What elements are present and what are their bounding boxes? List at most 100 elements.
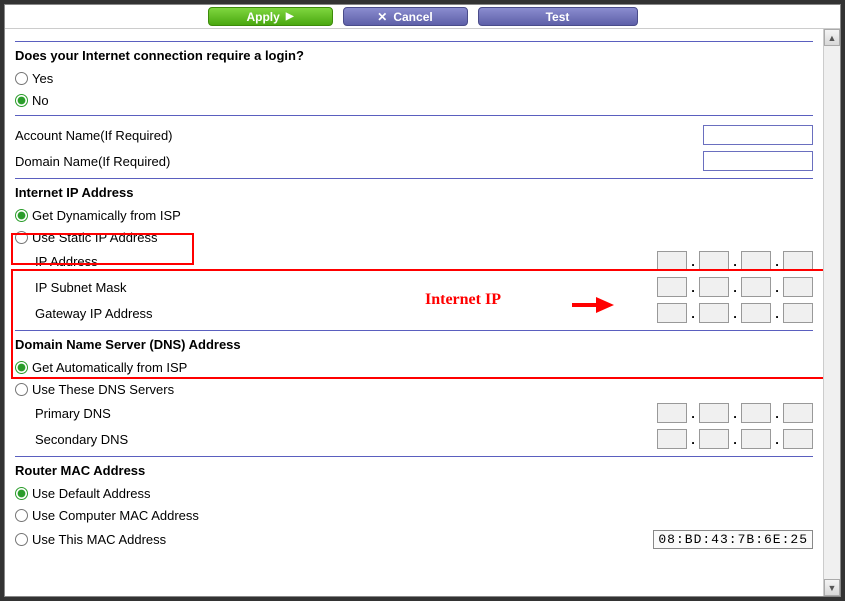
test-button[interactable]: Test — [478, 7, 638, 26]
separator — [15, 41, 813, 42]
domain-name-input[interactable] — [703, 151, 813, 171]
scrollbar[interactable]: ▲ ▼ — [823, 29, 840, 596]
subnet-group: . . . — [657, 277, 813, 297]
ip-octet[interactable] — [699, 303, 729, 323]
ip-octet[interactable] — [657, 303, 687, 323]
ip-octet[interactable] — [657, 403, 687, 423]
secondary-dns-row: Secondary DNS . . . — [15, 426, 813, 452]
dot: . — [773, 254, 781, 269]
dot: . — [689, 254, 697, 269]
mac-default-row: Use Default Address — [15, 482, 813, 504]
ip-octet[interactable] — [741, 251, 771, 271]
subnet-label: IP Subnet Mask — [35, 280, 235, 295]
primary-dns-group: . . . — [657, 403, 813, 423]
ip-octet[interactable] — [783, 251, 813, 271]
ip-octet[interactable] — [657, 429, 687, 449]
ip-octet[interactable] — [783, 403, 813, 423]
dot: . — [731, 254, 739, 269]
mac-default-radio[interactable] — [15, 487, 28, 500]
mac-computer-row: Use Computer MAC Address — [15, 504, 813, 526]
dot: . — [731, 432, 739, 447]
account-name-row: Account Name(If Required) — [15, 122, 813, 148]
dot: . — [731, 406, 739, 421]
mac-section-title: Router MAC Address — [15, 463, 813, 478]
domain-name-label: Domain Name(If Required) — [15, 154, 170, 169]
scroll-track[interactable] — [824, 46, 840, 579]
login-no-row: No — [15, 89, 813, 111]
ip-octet[interactable] — [699, 251, 729, 271]
secondary-dns-group: . . . — [657, 429, 813, 449]
login-yes-radio[interactable] — [15, 72, 28, 85]
content-wrapper: Does your Internet connection require a … — [5, 29, 840, 596]
ip-address-row: IP Address . . . — [15, 248, 813, 274]
separator — [15, 178, 813, 179]
ip-octet[interactable] — [699, 429, 729, 449]
dns-manual-label: Use These DNS Servers — [32, 382, 174, 397]
subnet-row: IP Subnet Mask . . . — [15, 274, 813, 300]
dot: . — [773, 280, 781, 295]
domain-name-row: Domain Name(If Required) — [15, 148, 813, 174]
dot: . — [773, 306, 781, 321]
gateway-label: Gateway IP Address — [35, 306, 235, 321]
ip-octet[interactable] — [783, 277, 813, 297]
mac-computer-radio[interactable] — [15, 509, 28, 522]
login-no-radio[interactable] — [15, 94, 28, 107]
dns-auto-radio[interactable] — [15, 361, 28, 374]
ip-address-group: . . . — [657, 251, 813, 271]
ip-octet[interactable] — [741, 277, 771, 297]
ip-static-row: Use Static IP Address — [15, 226, 813, 248]
primary-dns-row: Primary DNS . . . — [15, 400, 813, 426]
ip-octet[interactable] — [699, 403, 729, 423]
dns-section-title: Domain Name Server (DNS) Address — [15, 337, 813, 352]
ip-octet[interactable] — [657, 251, 687, 271]
login-question: Does your Internet connection require a … — [15, 48, 813, 63]
dns-manual-radio[interactable] — [15, 383, 28, 396]
router-settings-window: Apply ▶ ✕ Cancel Test Does your Internet… — [4, 4, 841, 597]
cancel-button[interactable]: ✕ Cancel — [343, 7, 468, 26]
ip-octet[interactable] — [741, 429, 771, 449]
separator — [15, 330, 813, 331]
mac-value[interactable]: 08:BD:43:7B:6E:25 — [653, 530, 813, 549]
ip-dynamic-row: Get Dynamically from ISP — [15, 204, 813, 226]
apply-label: Apply — [246, 10, 279, 24]
account-name-label: Account Name(If Required) — [15, 128, 173, 143]
scroll-down-button[interactable]: ▼ — [824, 579, 840, 596]
gateway-row: Gateway IP Address . . . — [15, 300, 813, 326]
ip-octet[interactable] — [741, 403, 771, 423]
login-yes-label: Yes — [32, 71, 53, 86]
ip-octet[interactable] — [741, 303, 771, 323]
primary-dns-label: Primary DNS — [35, 406, 235, 421]
cancel-label: Cancel — [393, 10, 432, 24]
login-no-label: No — [32, 93, 49, 108]
dot: . — [731, 280, 739, 295]
ip-octet[interactable] — [783, 429, 813, 449]
ip-octet[interactable] — [699, 277, 729, 297]
dot: . — [773, 432, 781, 447]
separator — [15, 115, 813, 116]
apply-arrow-icon: ▶ — [286, 11, 294, 22]
mac-this-radio[interactable] — [15, 533, 28, 546]
dns-auto-row: Get Automatically from ISP — [15, 356, 813, 378]
test-label: Test — [546, 10, 570, 24]
mac-computer-label: Use Computer MAC Address — [32, 508, 199, 523]
dot: . — [689, 432, 697, 447]
dot: . — [689, 280, 697, 295]
login-yes-row: Yes — [15, 67, 813, 89]
scroll-up-button[interactable]: ▲ — [824, 29, 840, 46]
mac-this-row: Use This MAC Address 08:BD:43:7B:6E:25 — [15, 526, 813, 552]
content: Does your Internet connection require a … — [5, 29, 823, 596]
dot: . — [689, 306, 697, 321]
dns-auto-label: Get Automatically from ISP — [32, 360, 187, 375]
cancel-x-icon: ✕ — [377, 10, 387, 24]
ip-octet[interactable] — [657, 277, 687, 297]
gateway-group: . . . — [657, 303, 813, 323]
ip-dynamic-radio[interactable] — [15, 209, 28, 222]
ip-section-title: Internet IP Address — [15, 185, 813, 200]
ip-octet[interactable] — [783, 303, 813, 323]
ip-static-label: Use Static IP Address — [32, 230, 158, 245]
account-name-input[interactable] — [703, 125, 813, 145]
secondary-dns-label: Secondary DNS — [35, 432, 235, 447]
ip-static-radio[interactable] — [15, 231, 28, 244]
mac-default-label: Use Default Address — [32, 486, 151, 501]
apply-button[interactable]: Apply ▶ — [208, 7, 333, 26]
